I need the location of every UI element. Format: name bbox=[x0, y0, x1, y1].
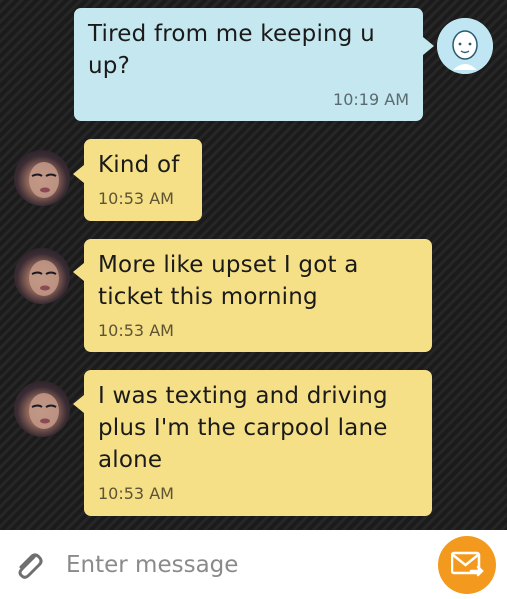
message-thread[interactable]: Tired from me keeping u up? 10:19 AM Kin… bbox=[0, 0, 507, 530]
contact-avatar[interactable] bbox=[14, 150, 70, 206]
contact-avatar[interactable] bbox=[14, 381, 70, 437]
message-bubble-received[interactable]: More like upset I got a ticket this morn… bbox=[84, 239, 432, 352]
message-composer bbox=[0, 530, 507, 599]
message-input[interactable] bbox=[66, 548, 396, 582]
bubble-tail bbox=[423, 37, 434, 55]
message-timestamp: 10:53 AM bbox=[98, 321, 174, 340]
user-face-icon bbox=[437, 18, 493, 74]
contact-photo-icon bbox=[29, 162, 59, 198]
contact-photo-icon bbox=[29, 260, 59, 296]
send-button[interactable] bbox=[438, 536, 496, 594]
message-timestamp: 10:19 AM bbox=[333, 90, 409, 109]
bubble-tail bbox=[73, 263, 84, 281]
paperclip-icon[interactable] bbox=[12, 548, 46, 582]
envelope-send-icon bbox=[451, 551, 484, 577]
message-text: I was texting and driving plus I'm the c… bbox=[98, 383, 388, 473]
contact-avatar[interactable] bbox=[14, 248, 70, 304]
message-timestamp: 10:53 AM bbox=[98, 189, 174, 208]
message-text: More like upset I got a ticket this morn… bbox=[98, 252, 359, 310]
message-bubble-received[interactable]: Kind of 10:53 AM bbox=[84, 139, 202, 221]
bubble-tail bbox=[73, 395, 84, 413]
message-bubble-sent[interactable]: Tired from me keeping u up? 10:19 AM bbox=[74, 8, 423, 121]
message-timestamp: 10:53 AM bbox=[98, 484, 174, 503]
message-text: Tired from me keeping u up? bbox=[88, 21, 375, 79]
message-text: Kind of bbox=[98, 152, 180, 178]
message-bubble-received[interactable]: I was texting and driving plus I'm the c… bbox=[84, 370, 432, 516]
bubble-tail bbox=[73, 165, 84, 183]
contact-photo-icon bbox=[29, 393, 59, 429]
my-avatar[interactable] bbox=[437, 18, 493, 74]
